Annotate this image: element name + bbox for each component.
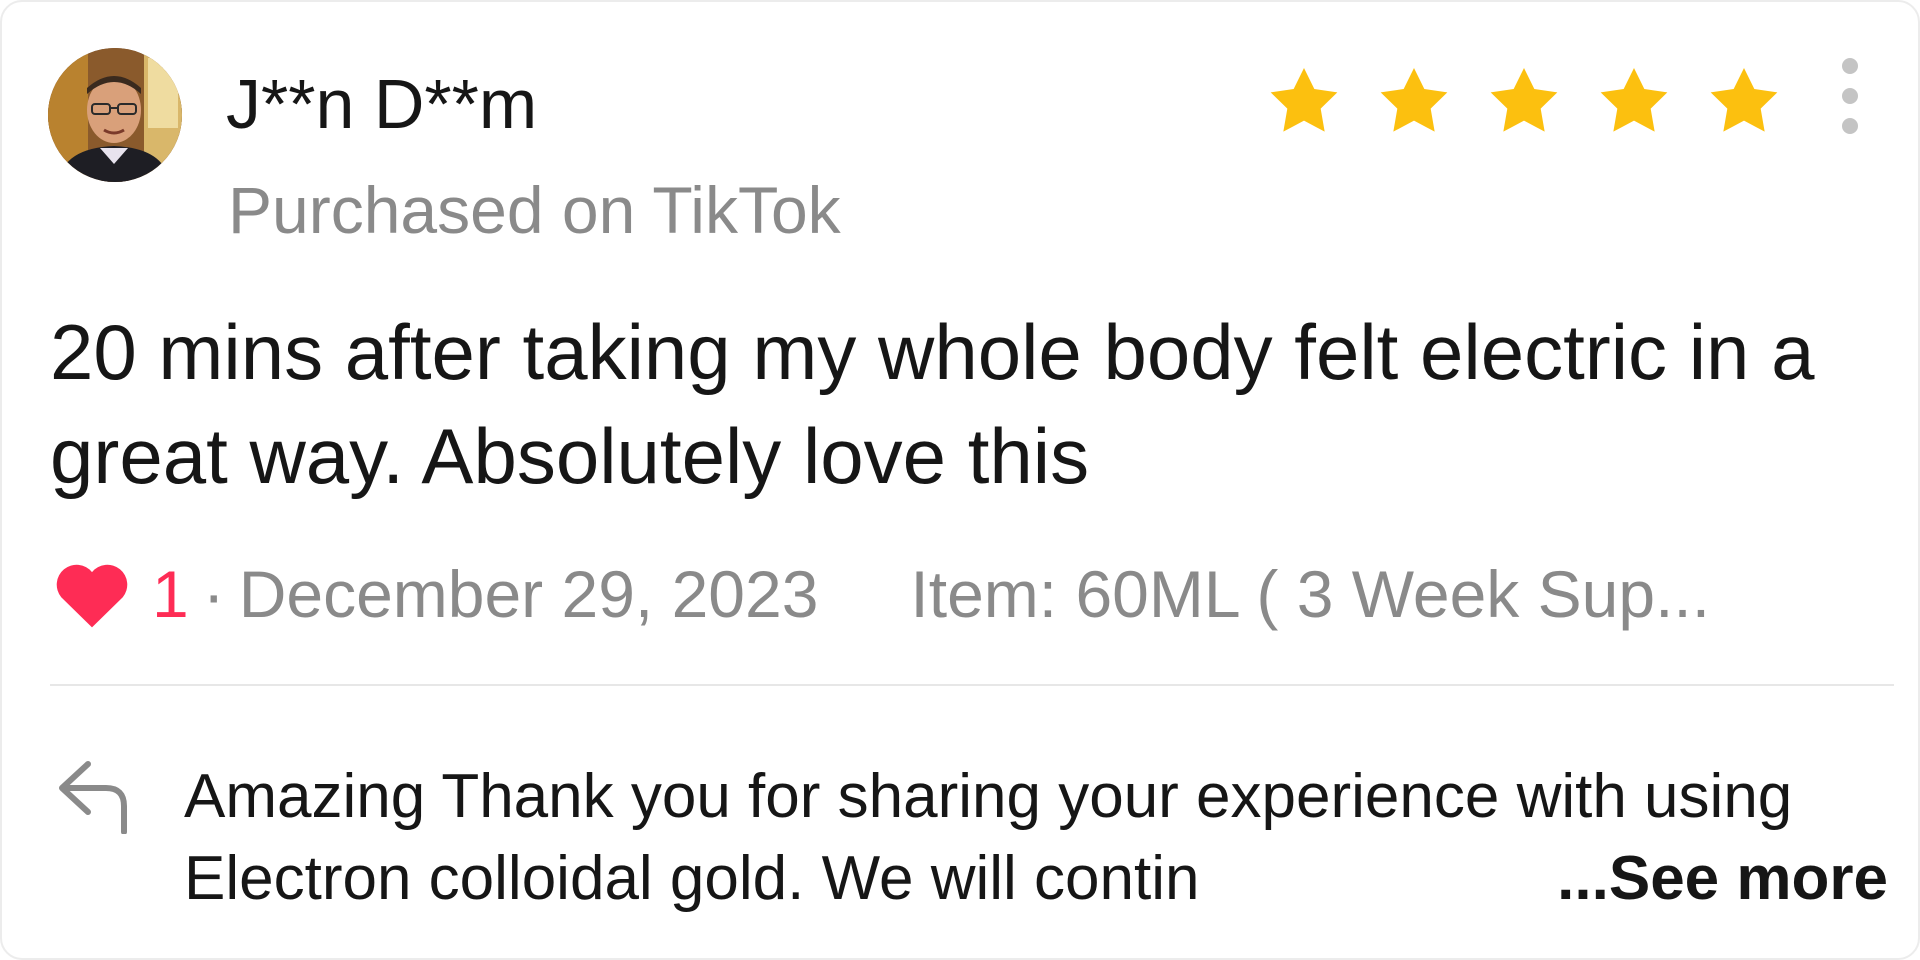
meta-separator: · <box>202 557 225 631</box>
star-icon <box>1600 68 1668 132</box>
review-card: J**n D**m Purchased on TikTok 20 mins af… <box>0 0 1920 960</box>
star-icon <box>1270 68 1338 132</box>
reviewer-name[interactable]: J**n D**m <box>226 64 537 144</box>
menu-dot <box>1842 118 1858 134</box>
see-more-link[interactable]: ...See more <box>1557 838 1888 920</box>
star-rating <box>1264 62 1784 142</box>
purchase-source: Purchased on TikTok <box>228 173 841 247</box>
menu-dot <box>1842 88 1858 104</box>
menu-dot <box>1842 58 1858 74</box>
star-icon <box>1490 68 1558 132</box>
heart-icon[interactable] <box>52 558 132 630</box>
like-count: 1 <box>152 557 189 631</box>
review-date: December 29, 2023 <box>238 557 819 631</box>
reply-arrow-icon <box>59 761 127 834</box>
more-vertical-icon[interactable] <box>1832 58 1868 134</box>
star-icon <box>1710 68 1778 132</box>
star-icon <box>1380 68 1448 132</box>
divider <box>50 684 1894 686</box>
review-meta: 1 · December 29, 2023 Item: 60ML ( 3 Wee… <box>52 554 1710 634</box>
review-text: 20 mins after taking my whole body felt … <box>50 308 1815 500</box>
reviewer-avatar[interactable] <box>48 48 182 182</box>
item-variant[interactable]: Item: 60ML ( 3 Week Sup... <box>910 556 1710 632</box>
